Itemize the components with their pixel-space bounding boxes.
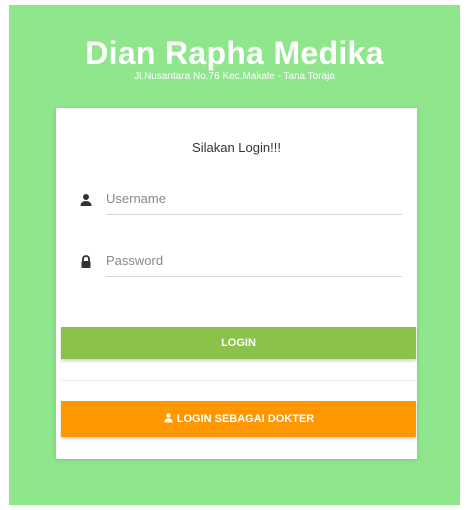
password-input[interactable] [106, 244, 402, 277]
login-card: Silakan Login!!! LOGIN LOGIN SEBAGAI DOK [56, 108, 417, 459]
lock-icon [78, 254, 94, 270]
user-icon [78, 192, 94, 208]
username-field-group [78, 182, 403, 218]
login-card-title: Silakan Login!!! [192, 140, 281, 155]
user-icon [163, 402, 174, 423]
login-as-doctor-button[interactable]: LOGIN SEBAGAI DOKTER [61, 401, 416, 437]
site-address: Jl.Nusantara No.76 Kec.Makale - Tana Tor… [134, 71, 335, 82]
login-as-doctor-label: LOGIN SEBAGAI DOKTER [176, 413, 315, 425]
login-button[interactable]: LOGIN [61, 327, 416, 359]
site-title: Dian Rapha Medika [85, 35, 384, 71]
username-input[interactable] [106, 182, 402, 215]
password-field-group [78, 244, 403, 280]
divider [61, 380, 416, 381]
